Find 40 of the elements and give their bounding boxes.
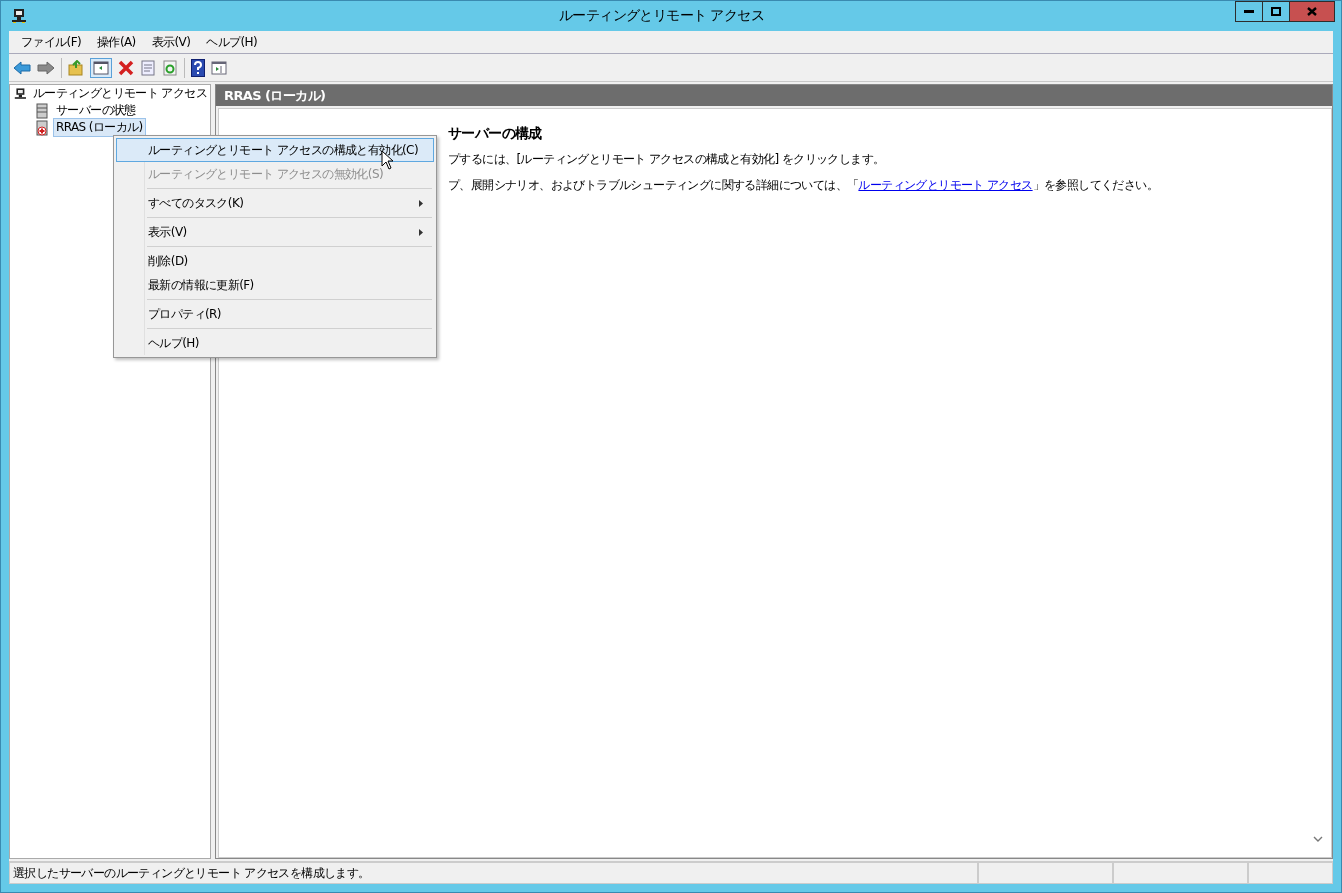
folder-up-icon[interactable] (68, 59, 84, 76)
tree-toggle-icon[interactable] (90, 57, 112, 78)
context-menu-item[interactable]: 最新の情報に更新(F) (116, 273, 434, 297)
server-alert-icon (34, 119, 50, 136)
context-menu-item[interactable]: すべてのタスク(K) (116, 191, 434, 215)
tree-item[interactable]: サーバーの状態 (53, 101, 139, 120)
close-icon (1307, 7, 1317, 16)
window-title: ルーティングとリモート アクセス (558, 7, 765, 25)
instruction-text: プするには、[ルーティングとリモート アクセスの構成と有効化] をクリックします。 (448, 151, 886, 168)
delete-icon[interactable] (118, 59, 134, 76)
maximize-button[interactable] (1262, 1, 1290, 22)
refresh-icon[interactable] (162, 59, 178, 76)
context-menu-item[interactable]: 削除(D) (116, 249, 434, 273)
maximize-icon (1271, 7, 1281, 16)
app-icon (11, 8, 27, 24)
context-menu-item[interactable]: ヘルプ(H) (116, 331, 434, 355)
context-menu-item[interactable]: プロパティ(R) (116, 302, 434, 326)
back-icon[interactable] (13, 59, 31, 76)
help-icon[interactable] (191, 58, 205, 77)
close-button[interactable] (1289, 1, 1335, 22)
action-pane-icon[interactable] (211, 59, 227, 76)
help-text: 」を参照してください。 (1032, 178, 1159, 192)
forward-icon[interactable] (37, 59, 55, 76)
tree-item[interactable]: RRAS (ローカル) (53, 118, 146, 137)
pane-header: RRAS (ローカル) (216, 85, 1332, 106)
section-heading: サーバーの構成 (448, 125, 543, 143)
menu-item[interactable]: ヘルプ(H) (198, 33, 266, 51)
help-link[interactable]: ルーティングとリモート アクセス (858, 178, 1033, 192)
scroll-down-icon[interactable] (1313, 836, 1323, 843)
menu-item[interactable]: 操作(A) (89, 33, 144, 51)
minimize-icon (1244, 9, 1254, 14)
minimize-button[interactable] (1235, 1, 1263, 22)
menu-item[interactable]: 表示(V) (143, 33, 199, 51)
server-icon (34, 102, 50, 119)
menu-item[interactable]: ファイル(F) (13, 33, 90, 51)
tree-item[interactable]: ルーティングとリモート アクセス (29, 84, 210, 103)
context-menu-item[interactable]: 表示(V) (116, 220, 434, 244)
status-text: 選択したサーバーのルーティングとリモート アクセスを構成します。 (9, 862, 978, 884)
computer-icon (14, 85, 27, 102)
help-text: プ、展開シナリオ、およびトラブルシューティングに関する詳細については、「 (448, 178, 859, 192)
